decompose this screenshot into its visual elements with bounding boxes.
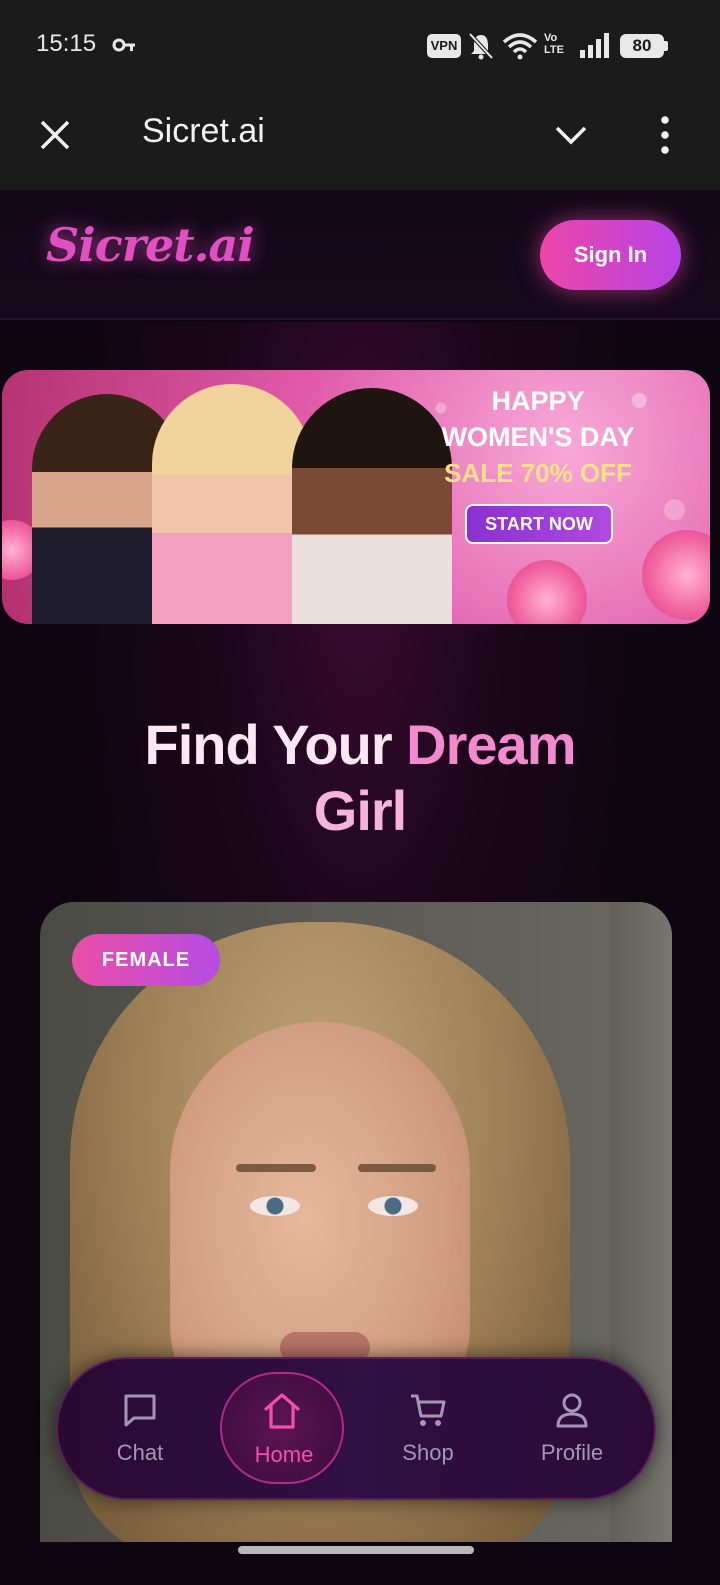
hero-text-part1: Find Your [144,713,407,776]
status-bar [0,0,720,92]
nav-label-chat: Chat [116,1440,164,1465]
browser-toolbar [0,92,720,190]
banner-sale-text: SALE 70% OFF [444,458,632,488]
nav-item-home[interactable]: Home [220,1372,344,1484]
hero-text-part2: Dream [406,713,576,776]
signal-icon [580,33,609,58]
volte-top: Vo [544,32,558,44]
sign-in-button[interactable]: Sign In [540,220,681,290]
volte-icon: Vo LTE [544,32,570,60]
chevron-down-icon[interactable] [552,120,590,150]
character-brow [236,1164,316,1172]
hero-text-part3: Girl [313,779,407,842]
character-eye [368,1196,418,1216]
site-logo[interactable]: Sicret.ai [46,218,255,272]
banner-start-now-button[interactable]: START NOW [465,504,613,544]
nav-item-profile[interactable]: Profile [510,1372,634,1484]
more-options-icon[interactable] [650,114,680,156]
chat-bubble-icon [124,1394,156,1427]
cart-icon [411,1394,446,1426]
battery-tip [664,41,668,51]
status-time: 15:15 [36,30,97,57]
banner-title-line2: WOMEN'S DAY [441,422,635,452]
nav-item-chat[interactable]: Chat [78,1372,202,1484]
nav-label-shop: Shop [402,1440,454,1465]
hero-headline: Find Your Dream Girl [0,712,720,844]
nav-label-home: Home [254,1442,314,1467]
vpn-badge: VPN [427,34,461,58]
battery-icon: 80 [620,34,664,58]
close-icon[interactable] [36,116,74,154]
gesture-home-indicator[interactable] [238,1546,474,1554]
gender-badge: FEMALE [72,934,220,986]
wifi-icon [502,33,538,60]
character-brow [358,1164,436,1172]
browser-title: Sicret.ai [142,112,265,150]
nav-item-shop[interactable]: Shop [366,1372,490,1484]
nav-label-profile: Profile [540,1440,604,1465]
user-icon [556,1393,588,1428]
character-eye [250,1196,300,1216]
bell-off-icon [468,32,494,60]
home-icon [264,1393,300,1429]
banner-model-image [152,384,312,624]
banner-title-line1: HAPPY [491,386,585,416]
key-icon [112,38,135,52]
volte-bottom: LTE [544,44,564,56]
